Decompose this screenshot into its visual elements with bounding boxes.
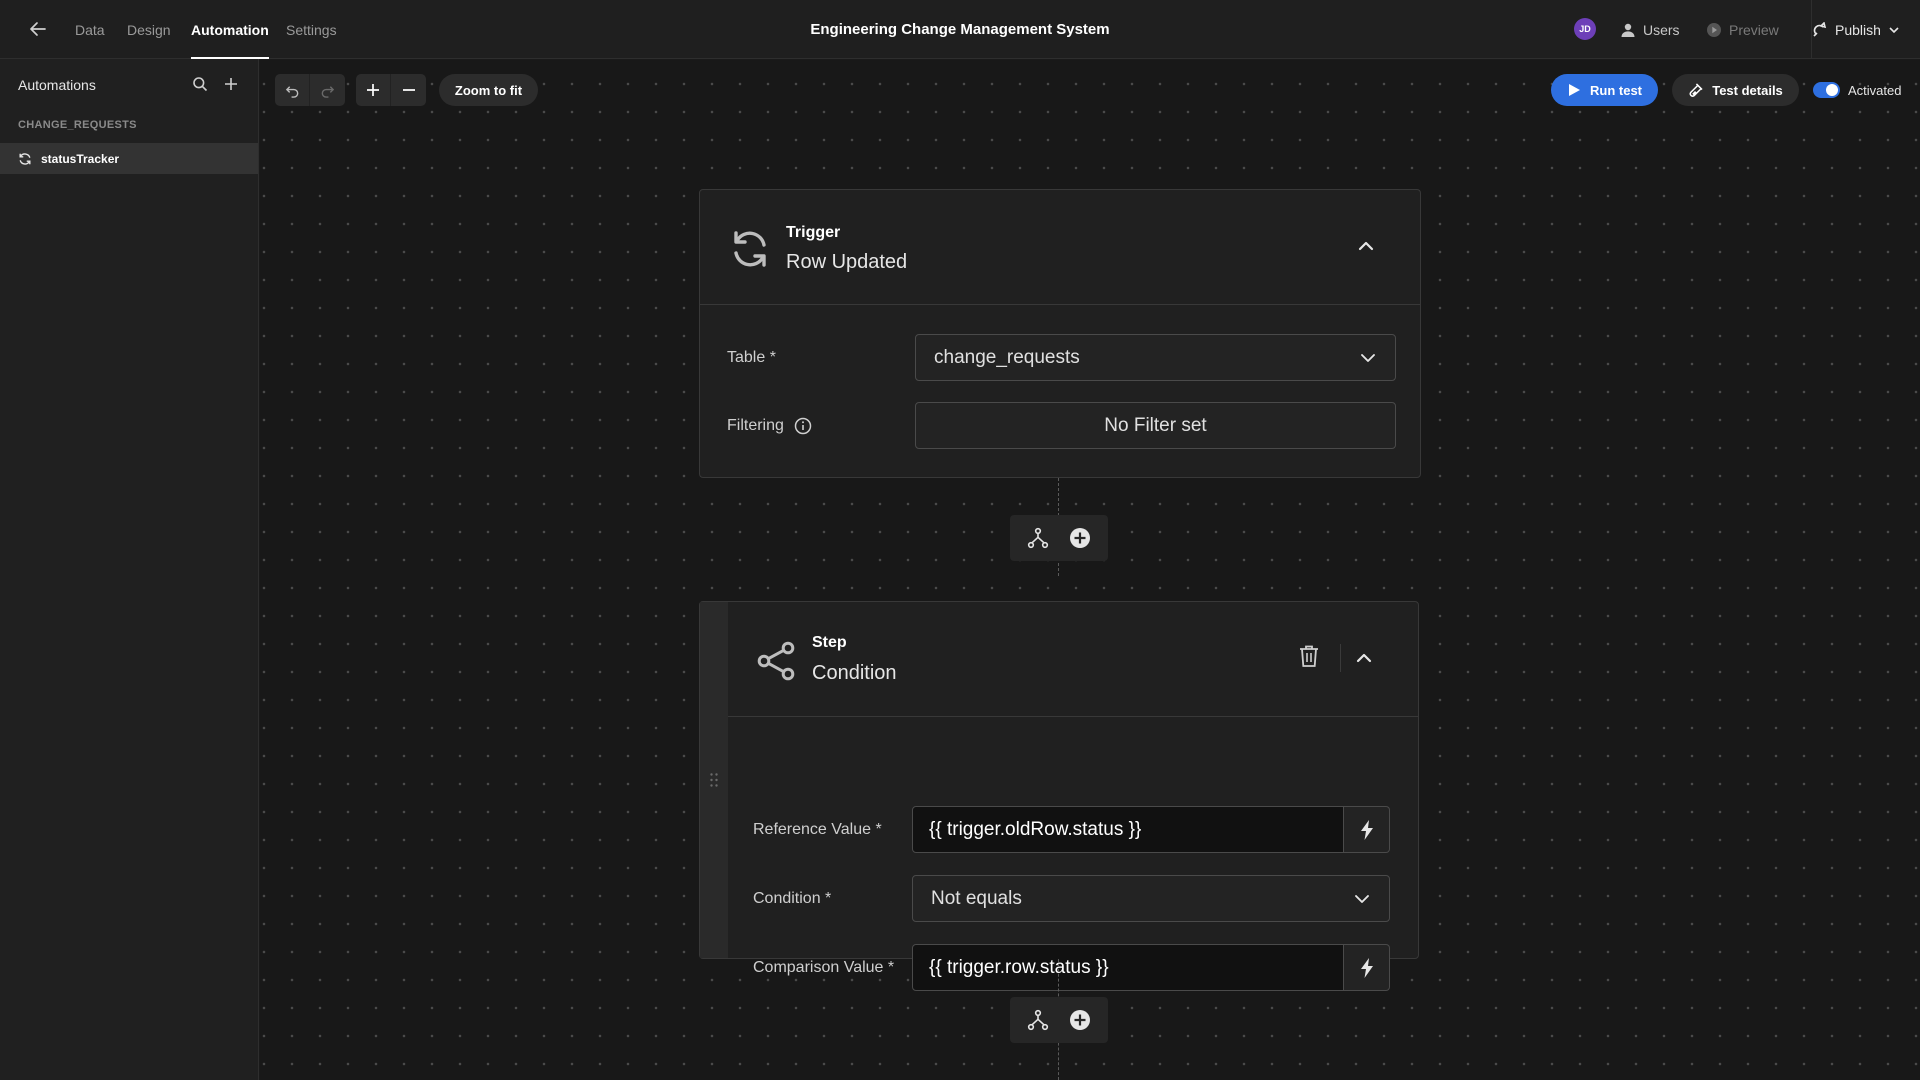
play-circle-icon xyxy=(1707,22,1721,37)
publish-label: Publish xyxy=(1835,21,1881,38)
tab-data[interactable]: Data xyxy=(75,0,105,59)
zoom-in-icon[interactable] xyxy=(356,74,391,106)
sidebar-item-statustracker[interactable]: statusTracker xyxy=(0,143,258,174)
trash-icon[interactable] xyxy=(1297,644,1321,668)
filtering-label-text: Filtering xyxy=(727,417,784,434)
add-circle-icon[interactable] xyxy=(1068,526,1092,550)
users-label: Users xyxy=(1643,21,1680,38)
collapse-chevron-up-icon[interactable] xyxy=(1354,234,1378,258)
tab-design[interactable]: Design xyxy=(127,0,171,59)
run-test-label: Run test xyxy=(1590,82,1642,98)
avatar[interactable]: JD xyxy=(1574,18,1596,40)
step-card-header: Step Condition xyxy=(728,602,1418,717)
add-step-node xyxy=(1010,997,1108,1043)
sidebar-group-label: CHANGE_REQUESTS xyxy=(18,119,137,131)
zoom-controls xyxy=(356,74,426,106)
trigger-card-type: Trigger xyxy=(786,224,841,241)
trigger-card: Trigger Row Updated Table * change_reque… xyxy=(699,189,1421,478)
table-select-value: change_requests xyxy=(934,346,1080,368)
condition-step-card: Step Condition Reference Value * {{ trig… xyxy=(699,601,1419,991)
redo-icon[interactable] xyxy=(310,74,345,106)
tab-settings[interactable]: Settings xyxy=(286,0,337,59)
add-step-node xyxy=(1010,515,1108,561)
refresh-icon xyxy=(19,152,31,165)
activated-toggle[interactable] xyxy=(1813,82,1840,98)
collapse-chevron-up-icon[interactable] xyxy=(1352,646,1376,670)
comparison-value-input[interactable]: {{ trigger.row.status }} xyxy=(912,944,1344,991)
condition-select[interactable]: Not equals xyxy=(912,875,1390,922)
user-icon xyxy=(1621,23,1635,37)
publish-button[interactable]: Publish xyxy=(1812,0,1900,59)
run-test-button[interactable]: Run test xyxy=(1551,74,1658,106)
users-button[interactable]: Users xyxy=(1620,0,1680,59)
branch-icon[interactable] xyxy=(1026,526,1050,550)
back-arrow-icon[interactable] xyxy=(26,17,50,41)
table-select[interactable]: change_requests xyxy=(915,334,1396,381)
step-card-type: Step xyxy=(812,634,847,651)
undo-icon[interactable] xyxy=(275,74,310,106)
preview-label: Preview xyxy=(1729,21,1779,38)
chevron-down-icon xyxy=(1361,353,1375,362)
chevron-down-icon xyxy=(1355,894,1369,903)
test-details-button[interactable]: Test details xyxy=(1672,74,1799,106)
top-bar: Data Design Automation Settings Engineer… xyxy=(0,0,1920,59)
header-divider xyxy=(1340,644,1341,672)
zoom-out-icon[interactable] xyxy=(391,74,426,106)
condition-field-label: Condition * xyxy=(753,890,832,907)
add-icon[interactable] xyxy=(221,74,241,94)
trigger-card-name: Row Updated xyxy=(786,251,908,273)
filter-button[interactable]: No Filter set xyxy=(915,402,1396,449)
trigger-card-header: Trigger Row Updated xyxy=(700,190,1420,305)
add-circle-icon[interactable] xyxy=(1068,1008,1092,1032)
zoom-to-fit-button[interactable]: Zoom to fit xyxy=(439,74,538,106)
search-icon[interactable] xyxy=(190,74,210,94)
refresh-icon xyxy=(728,227,772,271)
sidebar-heading: Automations xyxy=(18,77,96,93)
bindings-lightning-icon[interactable] xyxy=(1344,806,1390,853)
step-card-name: Condition xyxy=(812,662,897,684)
share-nodes-icon xyxy=(756,640,798,682)
info-icon[interactable] xyxy=(794,417,812,435)
filtering-field-label: Filtering xyxy=(727,417,812,435)
preview-button[interactable]: Preview xyxy=(1706,0,1779,59)
test-tube-icon xyxy=(1689,82,1703,97)
chevron-down-icon xyxy=(1889,26,1899,33)
play-icon xyxy=(1569,84,1580,96)
history-controls xyxy=(275,74,345,106)
activated-label: Activated xyxy=(1848,82,1902,98)
branch-icon[interactable] xyxy=(1026,1008,1050,1032)
condition-select-value: Not equals xyxy=(931,887,1022,909)
test-details-label: Test details xyxy=(1712,82,1783,98)
reference-value-label: Reference Value * xyxy=(753,821,882,838)
reference-value-input[interactable]: {{ trigger.oldRow.status }} xyxy=(912,806,1344,853)
sidebar: Automations CHANGE_REQUESTS statusTracke… xyxy=(0,59,259,1080)
automation-canvas[interactable]: Zoom to fit Run test Test details Activa… xyxy=(260,60,1920,1080)
table-field-label: Table * xyxy=(727,349,776,366)
drag-handle-icon xyxy=(710,773,718,787)
tab-automation[interactable]: Automation xyxy=(191,0,269,59)
bindings-lightning-icon[interactable] xyxy=(1344,944,1390,991)
sidebar-item-label: statusTracker xyxy=(41,151,120,166)
comparison-value-label: Comparison Value * xyxy=(753,959,895,976)
publish-icon xyxy=(1813,21,1827,37)
drag-handle[interactable] xyxy=(700,602,728,958)
